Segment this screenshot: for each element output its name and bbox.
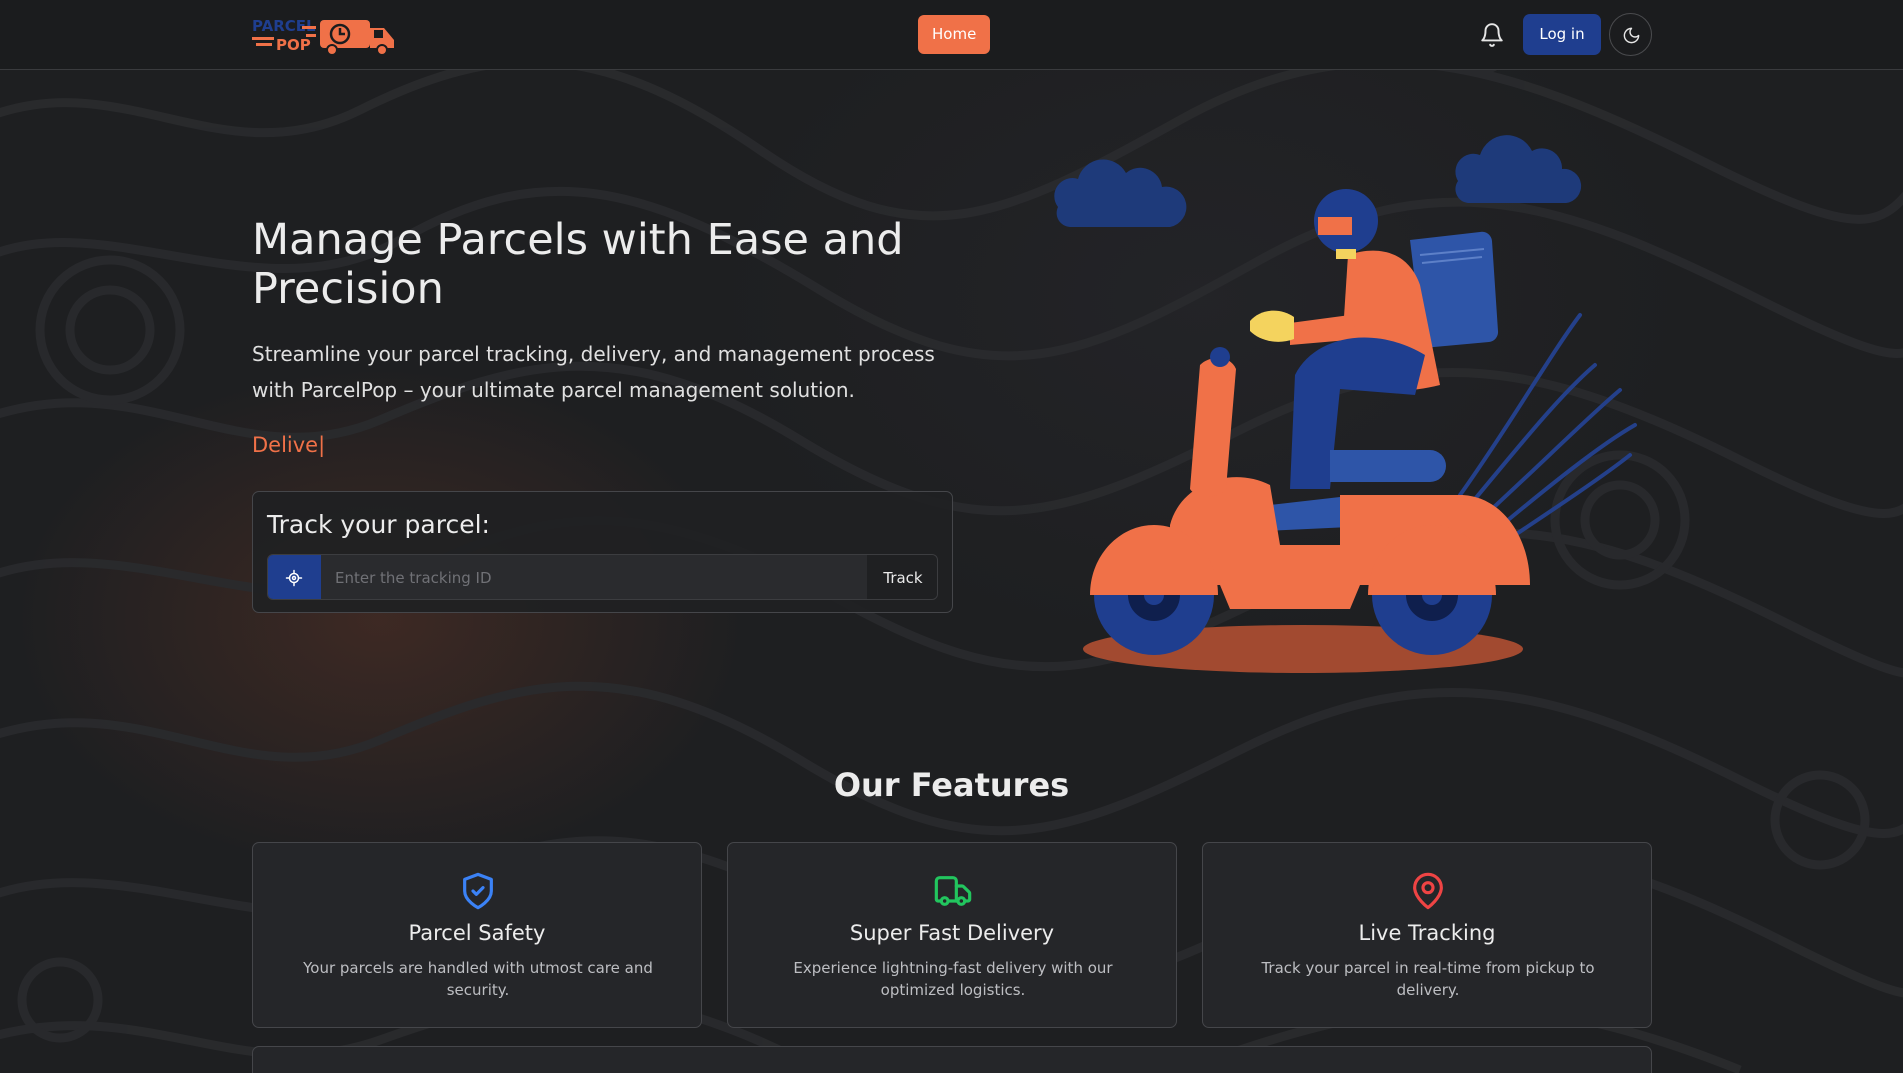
truck-icon <box>933 871 973 911</box>
map-pin-icon <box>1408 871 1448 911</box>
login-button[interactable]: Log in <box>1523 14 1601 55</box>
feature-card-parcel-safety: Parcel Safety Your parcels are handled w… <box>252 842 702 1028</box>
tracking-id-input[interactable] <box>321 555 867 599</box>
navbar: PARCEL POP Home Log in <box>0 0 1903 70</box>
track-input-group: Track <box>267 554 938 600</box>
truck-logo-icon <box>302 20 394 56</box>
hero-subtitle: Streamline your parcel tracking, deliver… <box>252 342 935 402</box>
feature-description: Track your parcel in real-time from pick… <box>1261 959 1595 999</box>
feature-card-live-tracking: Live Tracking Track your parcel in real-… <box>1202 842 1652 1028</box>
typing-text: Delive| <box>252 433 326 457</box>
feature-description: Your parcels are handled with utmost car… <box>303 959 653 999</box>
track-title: Track your parcel: <box>267 510 490 539</box>
home-nav-button[interactable]: Home <box>918 15 991 54</box>
next-section-card <box>252 1046 1652 1073</box>
feature-name: Live Tracking <box>1358 921 1496 945</box>
bell-icon[interactable] <box>1479 22 1505 48</box>
features-title: Our Features <box>833 766 1070 804</box>
theme-toggle-button[interactable] <box>1609 13 1652 56</box>
moon-icon <box>1623 27 1640 44</box>
feature-card-super-fast-delivery: Super Fast Delivery Experience lightning… <box>727 842 1177 1028</box>
crosshair-icon <box>268 555 321 599</box>
parcelpop-logo[interactable]: PARCEL POP <box>252 14 398 56</box>
shield-check-icon <box>458 871 498 911</box>
hero-title: Manage Parcels with Ease and Precision <box>252 215 904 314</box>
feature-name: Super Fast Delivery <box>849 921 1055 945</box>
feature-name: Parcel Safety <box>408 921 546 945</box>
feature-description: Experience lightning-fast delivery with … <box>793 959 1113 999</box>
track-button[interactable]: Track <box>867 555 937 599</box>
logo-text-pop: POP <box>276 36 311 54</box>
track-parcel-card: Track your parcel: Track <box>252 491 953 613</box>
delivery-scooter-illustration <box>1050 125 1640 685</box>
